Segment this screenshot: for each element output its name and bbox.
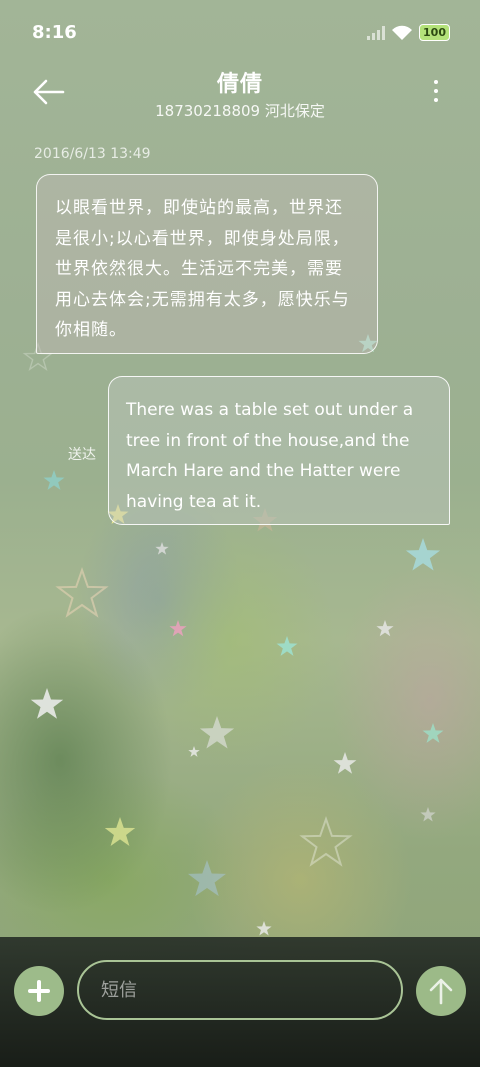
compose-bar <box>0 937 480 1067</box>
signal-icon <box>367 25 386 40</box>
contact-phone-location: 18730218809 河北保定 <box>155 102 325 120</box>
send-button[interactable] <box>416 966 466 1016</box>
conversation-header: 倩倩 18730218809 河北保定 <box>0 60 480 130</box>
sms-input[interactable] <box>77 960 403 1020</box>
battery-icon: 100 <box>419 24 450 41</box>
status-bar: 8:16 100 <box>0 0 480 64</box>
outgoing-message-bubble[interactable]: There was a table set out under a tree i… <box>108 376 450 525</box>
more-vertical-icon <box>430 80 442 102</box>
arrow-up-icon <box>429 978 453 1005</box>
status-icons: 100 <box>367 24 450 41</box>
add-attachment-button[interactable] <box>14 966 64 1016</box>
delivery-status: 送达 <box>68 447 96 463</box>
contact-name: 倩倩 <box>216 72 263 97</box>
more-button[interactable] <box>430 80 442 108</box>
message-timestamp: 2016/6/13 13:49 <box>34 146 151 162</box>
wifi-icon <box>392 25 413 40</box>
incoming-message-bubble[interactable]: 以眼看世界，即使站的最高，世界还是很小;以心看世界，即使身处局限，世界依然很大。… <box>36 174 378 354</box>
status-time: 8:16 <box>32 22 77 43</box>
